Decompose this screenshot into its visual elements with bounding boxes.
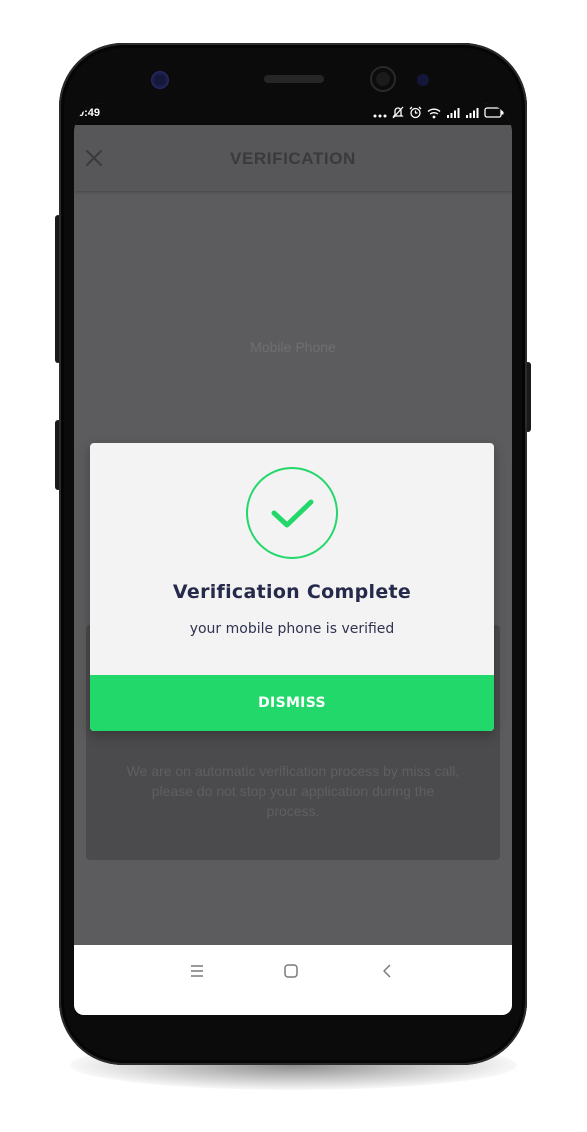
signal-icon [465, 107, 479, 118]
mobile-phone-label: Mobile Phone [250, 339, 336, 355]
check-circle-icon [245, 466, 339, 564]
dialog-subtitle: your mobile phone is verified [189, 621, 395, 637]
home-icon[interactable] [283, 963, 299, 983]
status-bar: 0:49 [74, 103, 512, 125]
status-icons [373, 106, 504, 119]
back-icon[interactable] [380, 963, 396, 983]
screen: 0:49 VERIFICATION Mobile Phone We are on… [74, 103, 512, 1015]
dismiss-button[interactable]: DISMISS [90, 675, 494, 731]
verification-dialog: Verification Complete your mobile phone … [90, 443, 494, 731]
battery-icon [484, 107, 504, 118]
mute-icon [392, 106, 404, 119]
recent-apps-icon[interactable] [189, 963, 205, 983]
verification-info-text: We are on automatic verification process… [126, 763, 460, 819]
more-dots-icon [373, 107, 387, 119]
wifi-icon [427, 107, 441, 119]
app-header: VERIFICATION [74, 125, 512, 191]
status-time: 0:49 [78, 107, 101, 119]
alarm-icon [409, 106, 422, 119]
front-sensor [151, 71, 169, 89]
phone-frame: 0:49 VERIFICATION Mobile Phone We are on… [59, 43, 527, 1065]
front-camera [372, 68, 394, 90]
dialog-title: Verification Complete [172, 581, 412, 603]
system-nav-bar [74, 945, 512, 1015]
earpiece-speaker [264, 75, 324, 83]
signal-icon [446, 107, 460, 118]
iris-sensor [417, 74, 429, 86]
page-title: VERIFICATION [230, 149, 356, 168]
